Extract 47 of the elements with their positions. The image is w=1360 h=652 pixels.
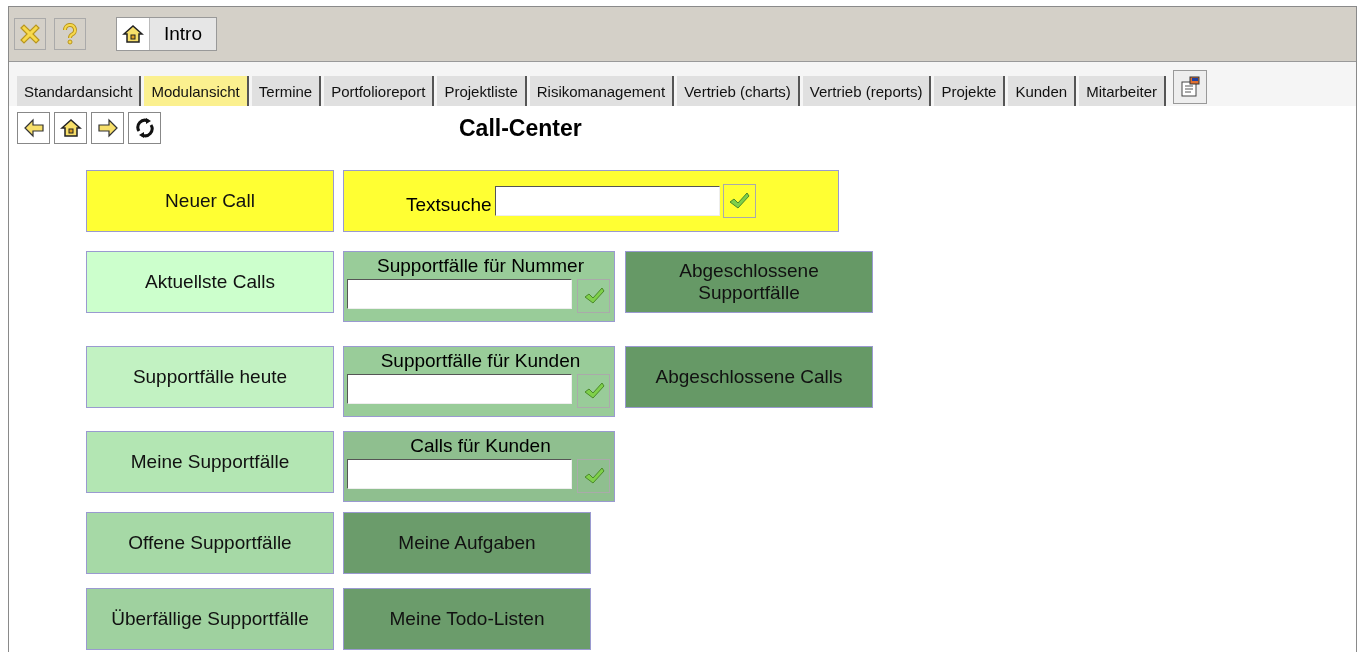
tab[interactable]: Portfolioreport xyxy=(324,76,435,106)
checkmark-icon xyxy=(582,381,605,401)
tab[interactable]: Modulansicht xyxy=(144,76,249,106)
refresh-icon xyxy=(133,117,156,139)
search-field[interactable] xyxy=(494,186,720,216)
refresh-button[interactable] xyxy=(128,112,161,144)
search-label: Textsuche xyxy=(406,194,492,216)
document-icon xyxy=(1178,75,1202,99)
module-button[interactable]: Offene Supportfälle xyxy=(86,512,334,574)
input-field[interactable] xyxy=(347,374,572,404)
panel-label: Calls für Kunden xyxy=(410,435,551,457)
module-button[interactable]: Supportfälle heute xyxy=(86,346,334,408)
checkmark-icon xyxy=(582,466,605,486)
panel-label: Supportfälle für Kunden xyxy=(380,350,581,372)
tab[interactable]: Vertrieb (reports) xyxy=(802,76,932,106)
tab[interactable]: Standardansicht xyxy=(17,76,142,106)
tab[interactable]: Risikomanagement xyxy=(529,76,675,106)
tab[interactable]: Mitarbeiter xyxy=(1079,76,1166,106)
module-button[interactable]: Aktuellste Calls xyxy=(86,251,334,313)
input-field[interactable] xyxy=(347,279,572,309)
tab[interactable]: Projekte xyxy=(934,76,1006,106)
module-button[interactable]: Abgeschlossene Calls xyxy=(625,346,873,408)
page-title: Call-Center xyxy=(459,114,582,142)
home-icon xyxy=(122,23,144,45)
back-button[interactable] xyxy=(17,112,50,144)
tab[interactable]: Projektliste xyxy=(437,76,527,106)
module-button[interactable]: Abgeschlossene Supportfälle xyxy=(625,251,873,313)
tab[interactable]: Kunden xyxy=(1008,76,1077,106)
panel-label: Supportfälle für Nummer xyxy=(377,255,584,277)
module-button[interactable]: Neuer Call xyxy=(86,170,334,232)
forward-button[interactable] xyxy=(91,112,124,144)
home-button[interactable] xyxy=(54,112,87,144)
checkmark-icon xyxy=(728,191,751,211)
module-button[interactable]: Meine Supportfälle xyxy=(86,431,334,493)
tab[interactable]: Vertrieb (charts) xyxy=(677,76,800,106)
input-field[interactable] xyxy=(347,459,572,489)
module-button[interactable]: Überfällige Supportfälle xyxy=(86,588,334,650)
home-icon xyxy=(59,117,82,139)
module-button[interactable]: Meine Aufgaben xyxy=(343,512,591,574)
submit-button[interactable] xyxy=(722,184,756,218)
intro-button[interactable]: Intro xyxy=(116,17,218,51)
back-arrow-icon xyxy=(22,117,45,139)
module-button[interactable]: Meine Todo-Listen xyxy=(343,588,591,650)
document-button[interactable] xyxy=(1173,70,1207,104)
forward-arrow-icon xyxy=(96,117,119,139)
tab[interactable]: Termine xyxy=(251,76,322,106)
checkmark-icon xyxy=(582,286,605,306)
